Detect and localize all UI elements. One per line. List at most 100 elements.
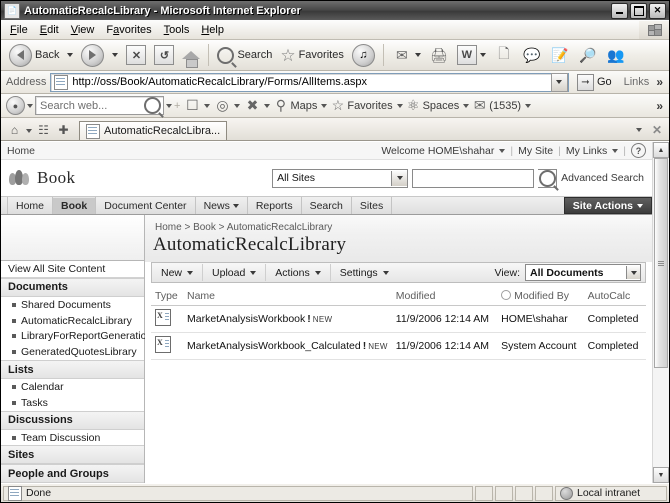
address-input[interactable]: http://oss/Book/AutomaticRecalcLibrary/F… — [50, 72, 569, 92]
safety-icon[interactable]: ◎ — [212, 96, 232, 116]
nav-tab-sites[interactable]: Sites — [350, 197, 393, 214]
favorites-button[interactable]: ☆ Favorites — [276, 40, 348, 70]
left-nav-item-team-discussion[interactable]: Team Discussion — [1, 429, 144, 446]
security-zone-cell[interactable]: Local intranet — [555, 485, 667, 501]
forward-dropdown[interactable] — [108, 40, 122, 70]
stop-button[interactable]: ✕ — [122, 40, 150, 70]
column-header-name[interactable]: Name — [182, 288, 392, 306]
back-dropdown[interactable] — [63, 40, 77, 70]
chevron-down-icon[interactable] — [499, 148, 506, 153]
chevron-down-icon[interactable] — [26, 129, 32, 133]
left-nav-heading-sites[interactable]: Sites — [1, 445, 144, 465]
chevron-down-icon[interactable] — [264, 103, 271, 108]
search-scope-select[interactable]: All Sites — [272, 168, 409, 188]
refresh-button[interactable]: ↺ — [150, 40, 178, 70]
links-button[interactable]: Links — [620, 76, 650, 88]
nav-tab-news[interactable]: News — [194, 197, 248, 214]
close-tab-icon[interactable]: ✕ — [652, 123, 662, 137]
global-home-link[interactable]: Home — [7, 145, 35, 157]
edit-word-button[interactable]: W — [453, 40, 490, 70]
left-nav-item-libraryforreportgeneration[interactable]: LibraryForReportGeneration — [1, 328, 152, 345]
chevron-down-icon[interactable] — [27, 103, 33, 108]
breadcrumb[interactable]: Home > Book > AutomaticRecalcLibrary — [155, 222, 652, 233]
discuss-button[interactable]: 📝 — [546, 40, 574, 70]
left-nav-item-shared-documents[interactable]: Shared Documents — [1, 296, 144, 313]
chevron-down-icon[interactable] — [463, 103, 470, 108]
column-header-modified[interactable]: Modified — [391, 288, 498, 306]
toolbar-overflow-icon[interactable]: » — [653, 75, 666, 89]
menu-help[interactable]: Help — [195, 22, 230, 38]
my-site-link[interactable]: My Site — [518, 145, 553, 157]
site-actions-button[interactable]: Site Actions — [563, 197, 652, 214]
my-links-menu[interactable]: My Links — [566, 145, 607, 157]
view-select[interactable]: All Documents — [525, 264, 641, 281]
window-tile-icon[interactable]: ☐ — [182, 96, 202, 116]
maps-button[interactable]: ⚲ Maps — [272, 96, 319, 116]
live-favorites-button[interactable]: ☆ Favorites — [329, 96, 394, 116]
nav-tab-reports[interactable]: Reports — [246, 197, 302, 214]
view-all-site-content-link[interactable]: View All Site Content — [1, 260, 144, 278]
scroll-down-button[interactable]: ▼ — [653, 467, 669, 483]
menu-view[interactable]: View — [65, 22, 101, 38]
browser-tab[interactable]: AutomaticRecalcLibra... — [79, 121, 228, 140]
address-dropdown-button[interactable] — [550, 72, 568, 92]
scrollbar-track[interactable] — [653, 158, 669, 467]
scrollbar-thumb[interactable] — [654, 158, 668, 368]
blank-page-button[interactable]: 🗋 — [490, 40, 518, 70]
popup-blocker-icon[interactable]: ✖ — [242, 96, 262, 116]
scroll-up-button[interactable]: ▲ — [653, 142, 669, 158]
welcome-user-menu[interactable]: Welcome HOME\shahar — [381, 145, 494, 157]
home-button[interactable] — [178, 40, 204, 70]
spaces-button[interactable]: ⚛ Spaces — [405, 96, 462, 116]
chevron-down-icon[interactable] — [321, 103, 328, 108]
quick-tabs-icon[interactable]: ☷ — [35, 121, 52, 138]
chevron-down-icon[interactable] — [635, 128, 642, 132]
column-header-autocalc[interactable]: AutoCalc — [583, 288, 646, 306]
table-row[interactable]: MarketAnalysisWorkbook_Calculated!NEW 11… — [151, 332, 646, 360]
minimize-button[interactable] — [611, 2, 628, 19]
search-button[interactable]: Search — [213, 40, 276, 70]
chevron-down-icon[interactable] — [166, 103, 172, 108]
document-name[interactable]: MarketAnalysisWorkbook_Calculated — [187, 340, 361, 352]
media-button[interactable]: ♫ — [348, 40, 379, 70]
site-title[interactable]: Book — [37, 168, 75, 188]
home-icon[interactable]: ⌂ — [6, 121, 23, 138]
chevron-down-icon[interactable] — [396, 103, 403, 108]
chevron-down-icon[interactable] — [525, 103, 532, 108]
live-overflow-icon[interactable]: » — [653, 99, 666, 113]
back-button[interactable]: Back — [5, 40, 63, 70]
menu-tools[interactable]: Tools — [158, 22, 196, 38]
help-icon[interactable]: ? — [631, 143, 646, 158]
search-input[interactable] — [412, 168, 535, 188]
forward-button[interactable] — [77, 40, 108, 70]
left-nav-heading-people-and-groups[interactable]: People and Groups — [1, 464, 144, 483]
print-button[interactable]: 🖨 — [425, 40, 453, 70]
cell-name[interactable]: MarketAnalysisWorkbook_Calculated! NEW — [182, 332, 392, 360]
menu-favorites[interactable]: Favorites — [100, 22, 157, 38]
advanced-search-link[interactable]: Advanced Search — [561, 172, 644, 184]
settings-button[interactable]: Settings — [331, 264, 398, 281]
research-button[interactable]: 🔎 — [574, 40, 602, 70]
left-nav-item-generatedquoteslibrary[interactable]: GeneratedQuotesLibrary — [1, 344, 144, 361]
upload-button[interactable]: Upload — [203, 264, 267, 281]
messenger-button[interactable]: 💬 — [518, 40, 546, 70]
chevron-down-icon[interactable] — [612, 148, 619, 153]
actions-button[interactable]: Actions — [266, 264, 331, 281]
menu-edit[interactable]: Edit — [34, 22, 65, 38]
people-button[interactable]: 👥 — [602, 40, 630, 70]
left-nav-item-calendar[interactable]: Calendar — [1, 379, 144, 395]
mail-button[interactable]: ✉ — [388, 40, 425, 70]
table-row[interactable]: MarketAnalysisWorkbook!NEW 11/9/2006 12:… — [151, 305, 646, 333]
maximize-button[interactable] — [630, 2, 647, 19]
nav-tab-document-center[interactable]: Document Center — [95, 197, 196, 214]
nav-tab-search[interactable]: Search — [300, 197, 352, 214]
document-name[interactable]: MarketAnalysisWorkbook — [187, 313, 305, 325]
close-button[interactable]: ✕ — [649, 2, 666, 19]
nav-tab-book[interactable]: Book — [52, 197, 97, 214]
chevron-down-icon[interactable] — [234, 103, 241, 108]
left-nav-item-tasks[interactable]: Tasks — [1, 394, 144, 411]
left-nav-item-automaticrecalclibrary[interactable]: AutomaticRecalcLibrary — [1, 312, 144, 329]
new-button[interactable]: New — [152, 264, 204, 281]
chevron-down-icon[interactable] — [204, 103, 211, 108]
new-tab-icon[interactable]: ✚ — [55, 121, 72, 138]
